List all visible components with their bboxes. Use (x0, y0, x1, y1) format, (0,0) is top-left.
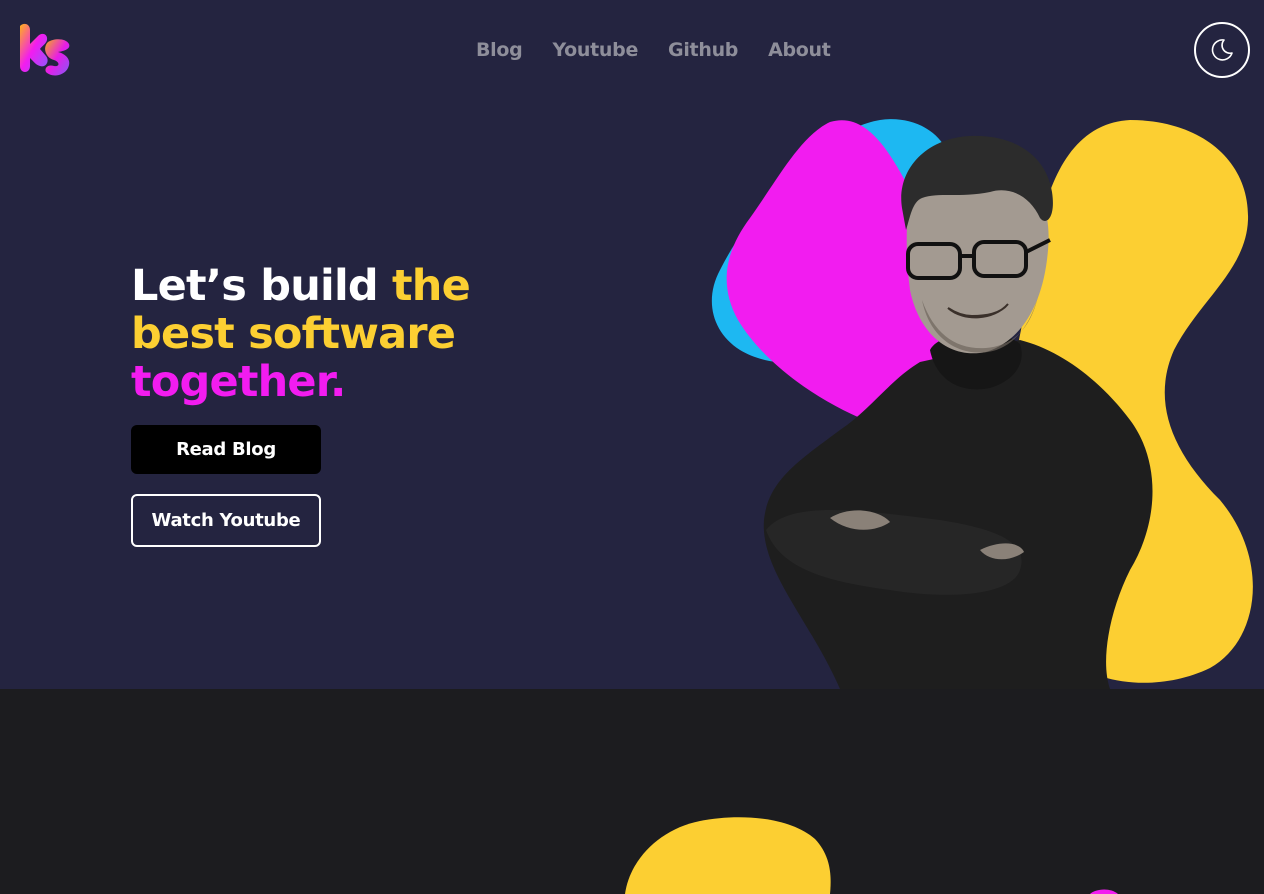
moon-icon (1211, 39, 1233, 61)
nav-item-youtube[interactable]: Youtube (552, 38, 638, 62)
headline-part-1: Let’s build (131, 261, 393, 311)
main-nav: Blog Youtube Github About (476, 38, 861, 62)
yellow-blob-bottom-shape (625, 817, 831, 894)
theme-toggle-button[interactable] (1194, 22, 1250, 78)
lower-section (0, 689, 1264, 894)
hero-illustration (711, 119, 1253, 689)
read-blog-button[interactable]: Read Blog (131, 425, 321, 474)
logo[interactable] (14, 22, 72, 80)
headline-part-3: together. (131, 357, 346, 407)
watch-youtube-button[interactable]: Watch Youtube (131, 494, 321, 547)
hero-section: Blog Youtube Github About Let’s build th… (0, 0, 1264, 689)
hero-headline: Let’s build the best software together. (131, 262, 551, 406)
pink-blob-bottom-shape (1090, 889, 1118, 894)
ks-logo-icon (20, 23, 70, 76)
lower-decoration (625, 817, 1118, 894)
nav-item-blog[interactable]: Blog (476, 38, 523, 62)
nav-item-github[interactable]: Github (668, 38, 738, 62)
nav-item-about[interactable]: About (768, 38, 831, 62)
